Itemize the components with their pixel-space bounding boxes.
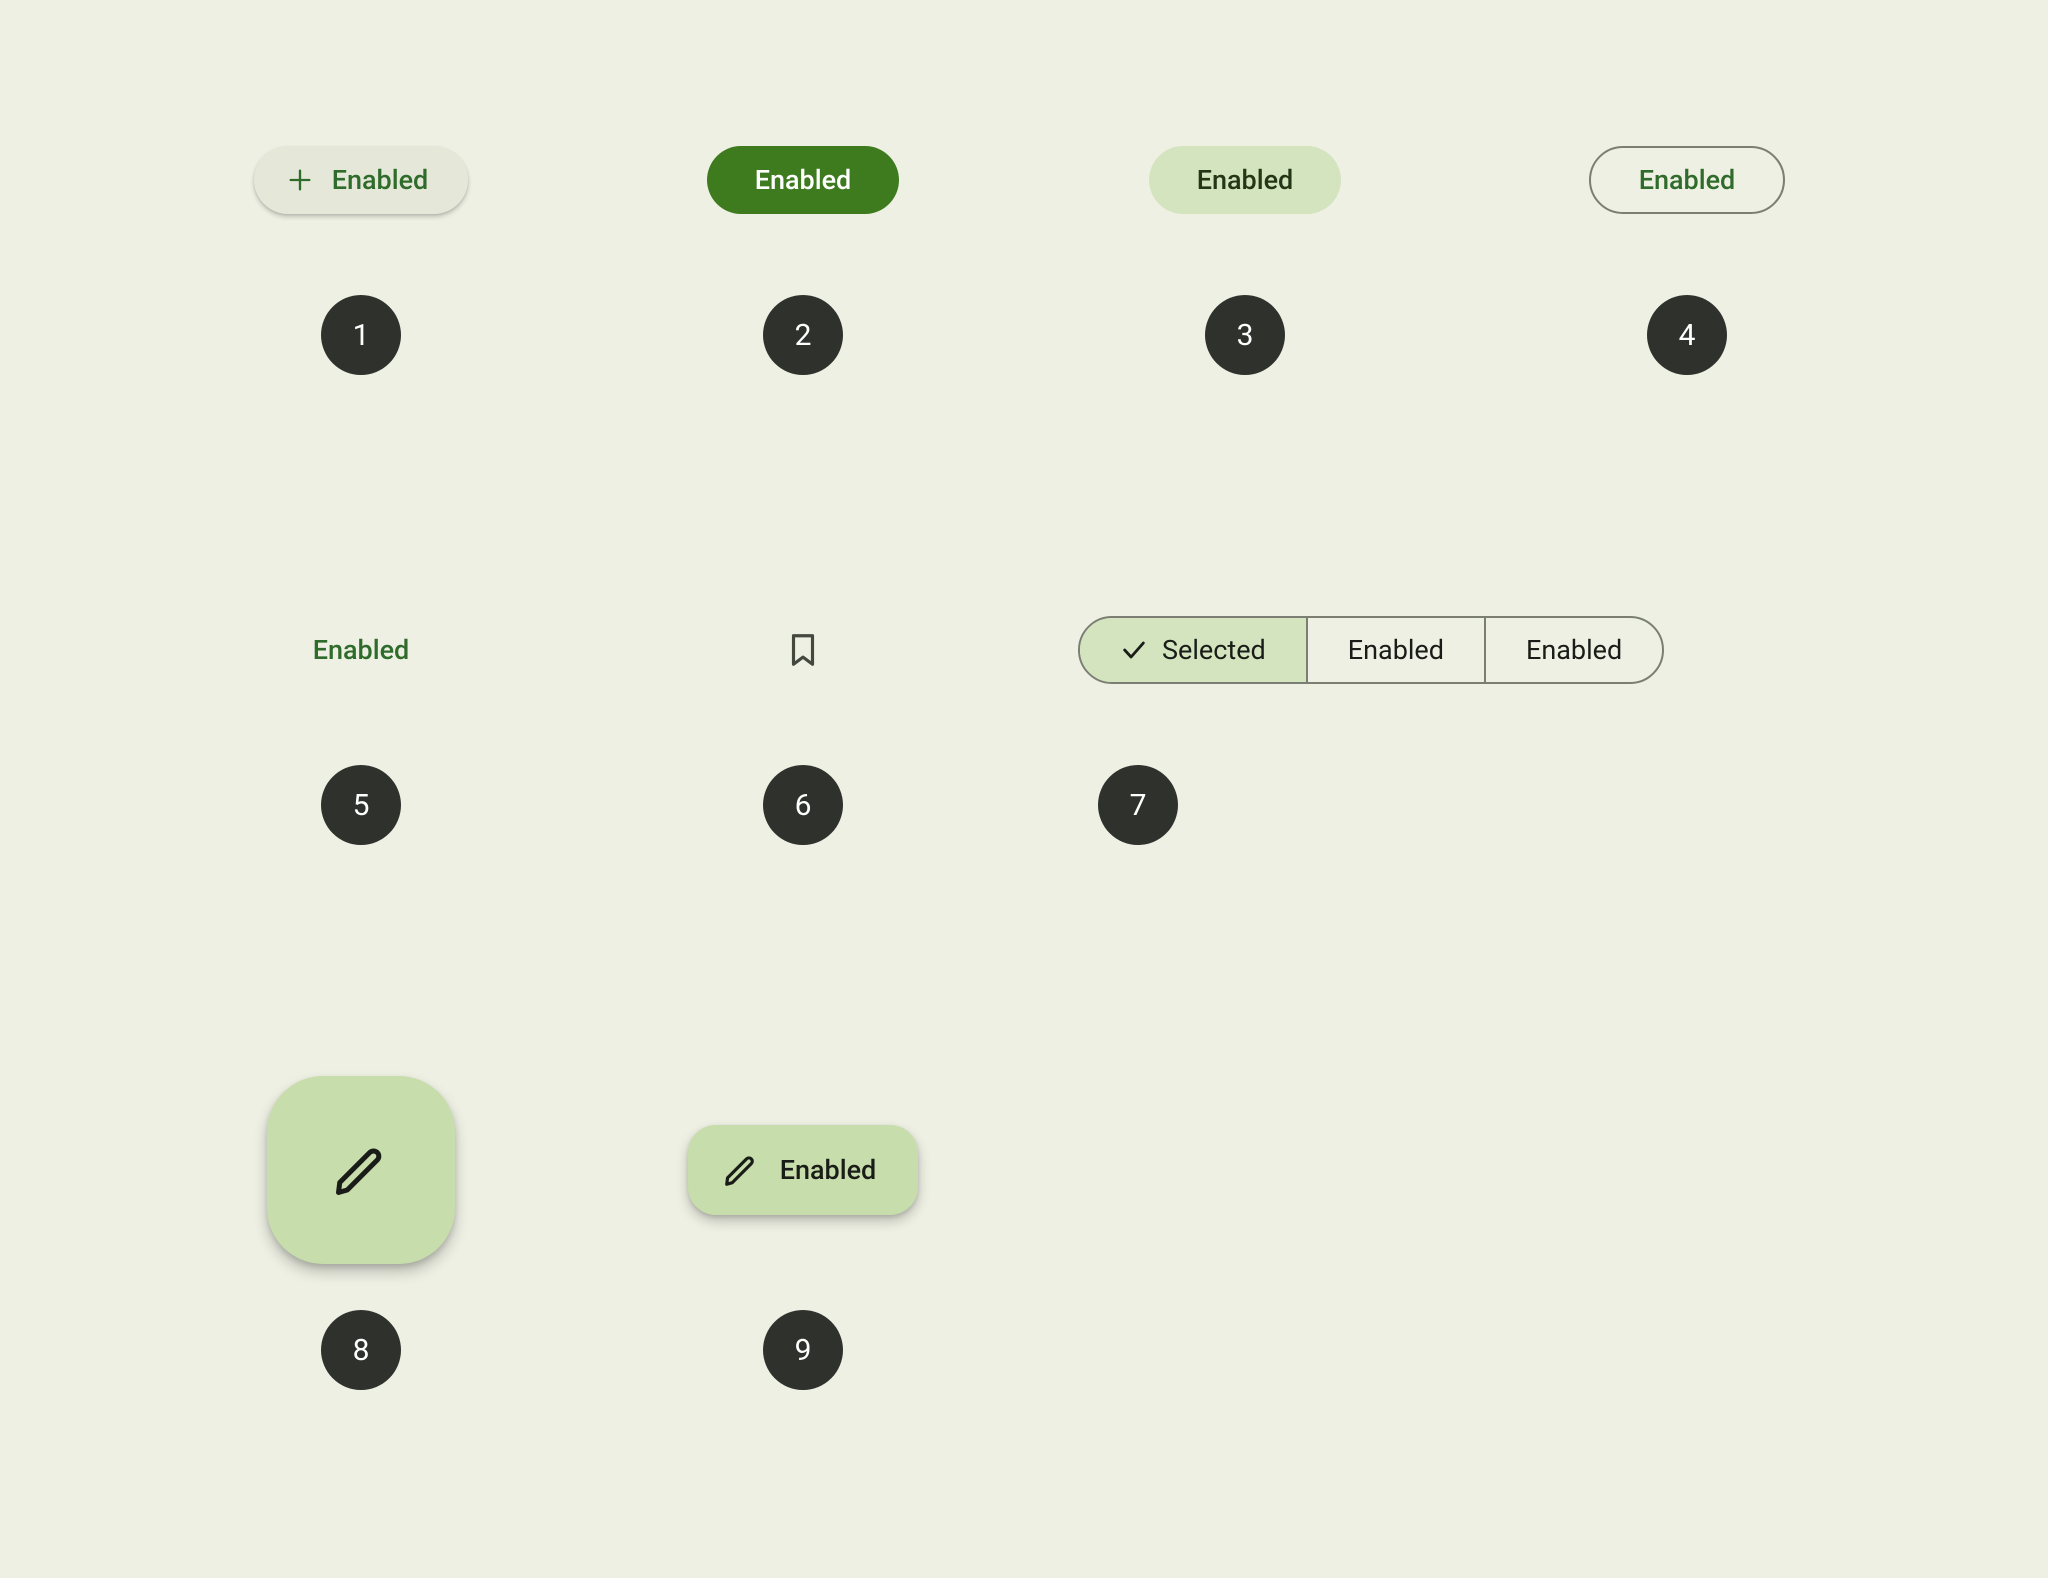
index-badge: 8 — [321, 1310, 401, 1390]
component-wrap: Enabled — [289, 590, 434, 710]
component-wrap: Enabled — [1149, 120, 1342, 240]
index-badge: 5 — [321, 765, 401, 845]
segmented-option[interactable]: Enabled — [1308, 618, 1486, 682]
tonal-button[interactable]: Enabled — [1149, 146, 1342, 214]
cell-icon-button: 6 — [582, 590, 1024, 1060]
index-badge: 9 — [763, 1310, 843, 1390]
component-wrap: Enabled — [707, 120, 900, 240]
elevated-button[interactable]: Enabled — [254, 146, 469, 214]
edit-icon — [722, 1151, 760, 1189]
fab-extended-button[interactable]: Enabled — [688, 1125, 919, 1215]
component-wrap — [267, 1060, 455, 1280]
outlined-button[interactable]: Enabled — [1589, 146, 1786, 214]
filled-button[interactable]: Enabled — [707, 146, 900, 214]
elevated-button-label: Enabled — [332, 164, 429, 196]
cell-outlined-button: Enabled 4 — [1466, 120, 1908, 590]
text-button[interactable]: Enabled — [289, 618, 434, 682]
cell-filled-button: Enabled 2 — [582, 120, 1024, 590]
filled-button-label: Enabled — [755, 164, 852, 196]
segmented-option-label: Enabled — [1348, 634, 1444, 666]
bookmark-icon-button[interactable] — [763, 610, 843, 690]
index-badge: 3 — [1205, 295, 1285, 375]
cell-segmented-button: Selected Enabled Enabled 7 — [1024, 590, 1908, 1060]
segmented-option-label: Selected — [1162, 634, 1266, 666]
cell-tonal-button: Enabled 3 — [1024, 120, 1466, 590]
empty-cell — [1024, 1060, 1466, 1530]
index-badge: 6 — [763, 765, 843, 845]
segmented-option[interactable]: Enabled — [1486, 618, 1662, 682]
component-wrap: Enabled — [688, 1060, 919, 1280]
cell-fab-large: 8 — [140, 1060, 582, 1530]
component-wrap: Enabled — [254, 120, 469, 240]
cell-text-button: Enabled 5 — [140, 590, 582, 1060]
cell-elevated-button: Enabled 1 — [140, 120, 582, 590]
edit-icon — [331, 1140, 391, 1200]
fab-large-button[interactable] — [267, 1076, 455, 1264]
segmented-option-label: Enabled — [1526, 634, 1622, 666]
index-badge: 2 — [763, 295, 843, 375]
index-badge: 4 — [1647, 295, 1727, 375]
plus-icon — [286, 166, 314, 194]
index-badge: 1 — [321, 295, 401, 375]
cell-fab-extended: Enabled 9 — [582, 1060, 1024, 1530]
bookmark-icon — [784, 631, 822, 669]
index-badge: 7 — [1098, 765, 1178, 845]
fab-extended-label: Enabled — [780, 1154, 877, 1186]
outlined-button-label: Enabled — [1639, 164, 1736, 196]
empty-cell — [1466, 1060, 1908, 1530]
check-icon — [1120, 636, 1148, 664]
text-button-label: Enabled — [313, 634, 410, 666]
tonal-button-label: Enabled — [1197, 164, 1294, 196]
segmented-button-group: Selected Enabled Enabled — [1078, 616, 1664, 684]
component-wrap: Selected Enabled Enabled — [1078, 590, 1664, 710]
component-wrap — [763, 590, 843, 710]
component-wrap: Enabled — [1589, 120, 1786, 240]
segmented-option-selected[interactable]: Selected — [1080, 618, 1308, 682]
